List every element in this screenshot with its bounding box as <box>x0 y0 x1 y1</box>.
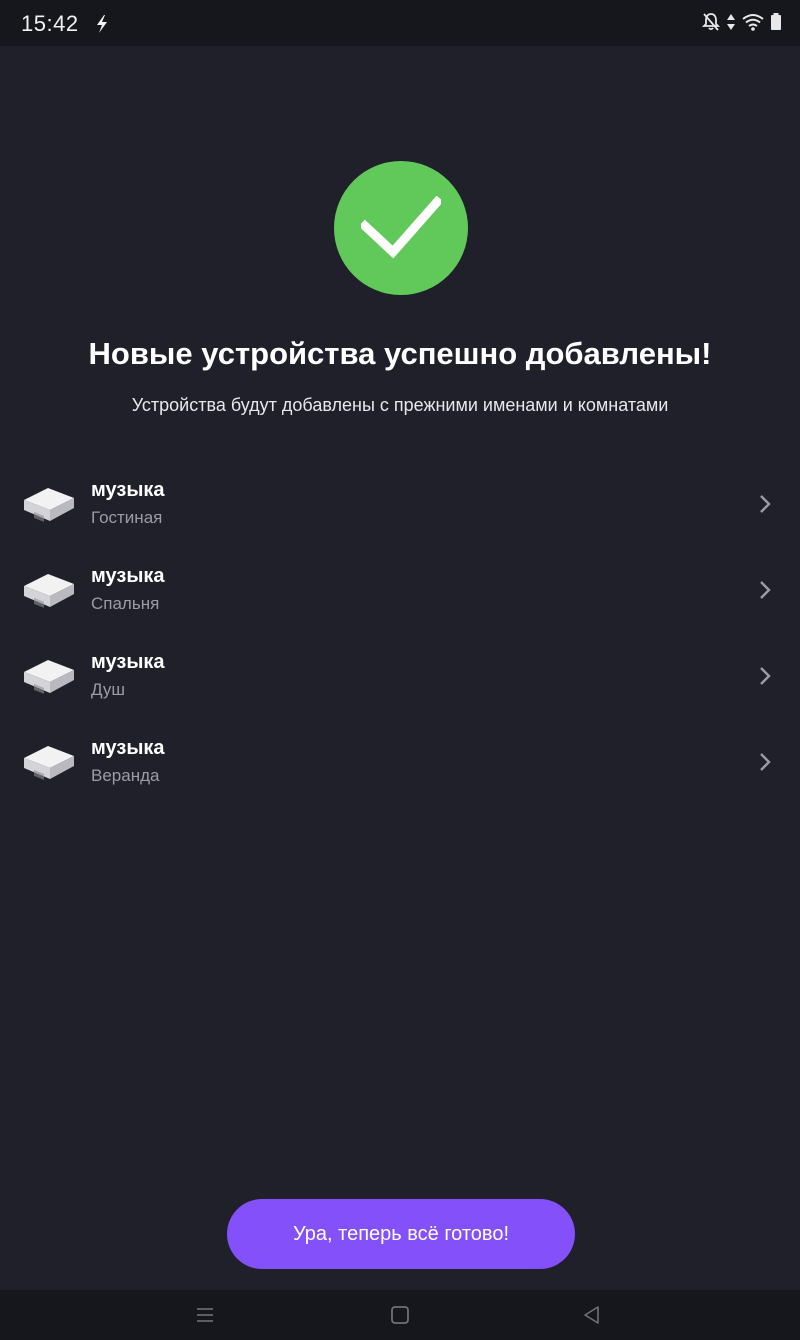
speaker-device-icon <box>24 660 74 694</box>
chevron-right-icon <box>760 753 771 771</box>
chevron-right-icon <box>760 581 771 599</box>
flash-icon <box>97 15 107 33</box>
battery-icon <box>771 13 781 30</box>
device-list: музыка Гостиная музыка Спальня музыка Ду… <box>0 461 800 805</box>
done-button[interactable]: Ура, теперь всё готово! <box>227 1199 575 1269</box>
menu-icon[interactable] <box>194 1304 216 1326</box>
navigation-bar <box>0 1290 800 1340</box>
device-item[interactable]: музыка Гостиная <box>0 461 800 547</box>
device-item[interactable]: музыка Веранда <box>0 719 800 805</box>
checkmark-icon <box>361 196 441 258</box>
device-name: музыка <box>91 737 165 759</box>
page-subtitle: Устройства будут добавлены с прежними им… <box>131 395 669 415</box>
wifi-icon <box>742 14 764 31</box>
back-icon[interactable] <box>581 1304 603 1326</box>
success-badge <box>334 161 468 295</box>
status-bar: 15:42 <box>0 0 800 46</box>
device-name: музыка <box>91 651 165 673</box>
data-arrows-icon <box>727 14 735 30</box>
status-time: 15:42 <box>21 11 79 36</box>
screen: 15:42 Новые устройства успешно добавлены… <box>0 0 800 1340</box>
chevron-right-icon <box>760 495 771 513</box>
device-name: музыка <box>91 565 165 587</box>
chevron-right-icon <box>760 667 771 685</box>
page-title: Новые устройства успешно добавлены! <box>88 336 712 371</box>
device-item[interactable]: музыка Спальня <box>0 547 800 633</box>
device-room: Гостиная <box>91 508 163 527</box>
device-room: Душ <box>91 680 126 699</box>
home-icon[interactable] <box>389 1304 411 1326</box>
device-room: Веранда <box>91 766 160 785</box>
notifications-off-icon <box>702 13 720 31</box>
status-icons <box>702 12 782 32</box>
device-name: музыка <box>91 479 165 501</box>
device-room: Спальня <box>91 594 160 613</box>
speaker-device-icon <box>24 574 74 608</box>
speaker-device-icon <box>24 746 74 780</box>
speaker-device-icon <box>24 488 74 522</box>
device-item[interactable]: музыка Душ <box>0 633 800 719</box>
